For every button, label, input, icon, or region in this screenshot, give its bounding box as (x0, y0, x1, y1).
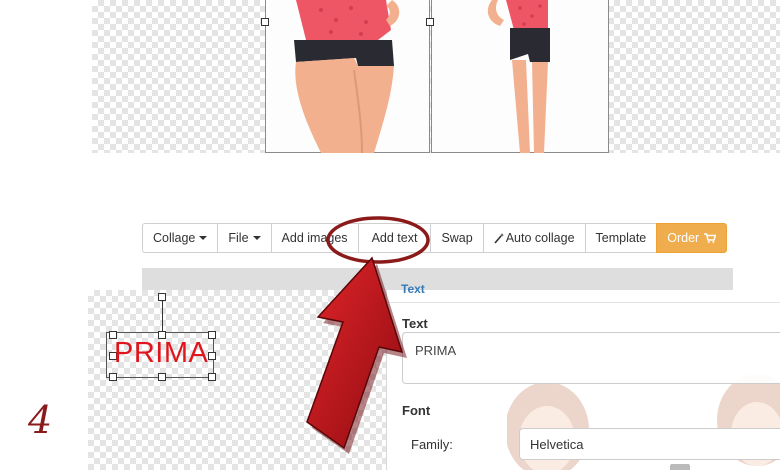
tutorial-annotation-layer (306, 216, 430, 454)
highlight-ring (326, 216, 430, 264)
